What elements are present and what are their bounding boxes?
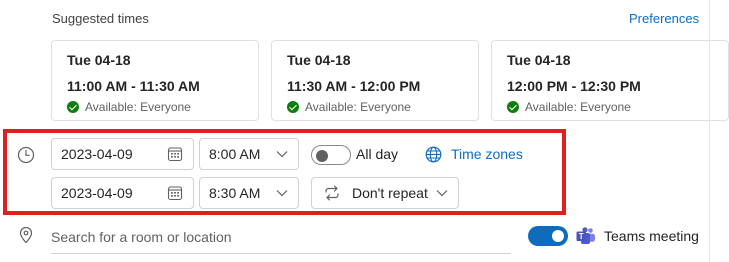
- suggested-time-card[interactable]: Tue 04-18 12:00 PM - 12:30 PM Available:…: [491, 40, 729, 121]
- suggested-time-card[interactable]: Tue 04-18 11:00 AM - 11:30 AM Available:…: [51, 40, 259, 121]
- availability-label: Available: Everyone: [305, 100, 411, 114]
- availability-label: Available: Everyone: [525, 100, 631, 114]
- preferences-link[interactable]: Preferences: [629, 11, 699, 26]
- check-circle-icon: [287, 101, 299, 113]
- teams-meeting-toggle[interactable]: [528, 226, 568, 246]
- toggle-knob: [552, 230, 564, 242]
- check-circle-icon: [507, 101, 519, 113]
- teams-meeting-label: Teams meeting: [604, 228, 699, 244]
- svg-text:T: T: [579, 232, 584, 241]
- location-search-input[interactable]: [51, 220, 511, 254]
- card-date: Tue 04-18: [507, 52, 571, 68]
- card-time-range: 12:00 PM - 12:30 PM: [507, 78, 641, 94]
- availability-status: Available: Everyone: [287, 100, 478, 114]
- card-time-range: 11:00 AM - 11:30 AM: [67, 78, 200, 94]
- card-date: Tue 04-18: [287, 52, 351, 68]
- availability-status: Available: Everyone: [67, 100, 258, 114]
- availability-status: Available: Everyone: [507, 100, 728, 114]
- highlight-box: [3, 129, 566, 215]
- card-time-range: 11:30 AM - 12:00 PM: [287, 78, 421, 94]
- location-pin-icon: [19, 226, 33, 244]
- card-date: Tue 04-18: [67, 52, 131, 68]
- panel-divider: [709, 0, 710, 262]
- check-circle-icon: [67, 101, 79, 113]
- suggested-time-card[interactable]: Tue 04-18 11:30 AM - 12:00 PM Available:…: [271, 40, 479, 121]
- availability-label: Available: Everyone: [85, 100, 191, 114]
- suggested-times-heading: Suggested times: [52, 11, 149, 26]
- teams-icon: T: [576, 227, 595, 244]
